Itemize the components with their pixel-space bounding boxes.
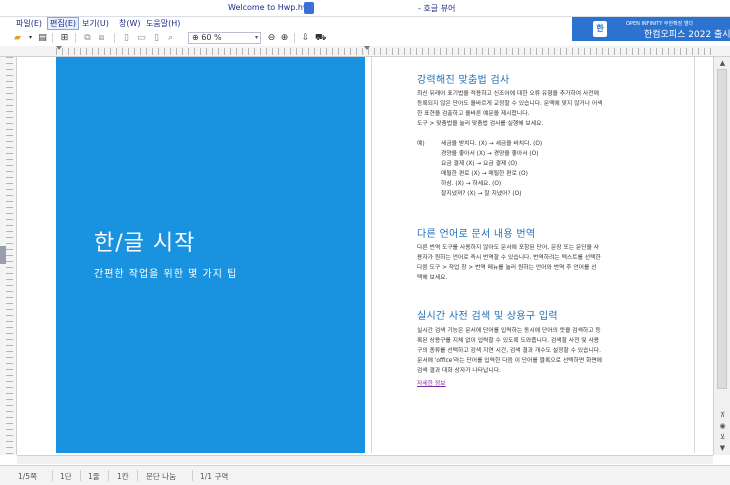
status-separator bbox=[192, 470, 193, 481]
slide-subtitle: 간편한 작업을 위한 몇 가지 팁 bbox=[94, 269, 238, 280]
toolbar-separator bbox=[114, 33, 115, 43]
status-section: 1/1 구역 bbox=[200, 472, 229, 481]
menu-file[interactable]: 파일(E) bbox=[14, 17, 44, 30]
status-separator bbox=[80, 470, 81, 481]
example-label: 예) bbox=[417, 141, 425, 147]
status-page: 1/5쪽 bbox=[18, 472, 37, 481]
page-settings-icon[interactable]: ▯ bbox=[151, 32, 162, 44]
paragraph-line: 문서에 'office'라는 단어를 입력한 다음 이 단어를 블록으로 선택하… bbox=[417, 358, 603, 364]
panel-collapse-handle[interactable] bbox=[0, 246, 6, 264]
vertical-scrollbar[interactable]: ▲ ⊼ ◉ ⊻ ▼ bbox=[713, 57, 730, 455]
section-heading-spellcheck: 강력해진 맞춤법 검사 bbox=[417, 75, 510, 86]
print-icon[interactable]: ▤ bbox=[37, 32, 48, 44]
hwp-file-icon bbox=[304, 2, 314, 14]
example-line: 잘지냈져? (X) → 잘 지냈어? (O) bbox=[441, 191, 522, 197]
menu-bar: 파일(E) 편집(E) 보기(U) 창(W) 도움말(H) bbox=[0, 17, 572, 30]
toolbar-separator bbox=[294, 33, 295, 43]
menu-help[interactable]: 도움말(H) bbox=[144, 17, 182, 30]
example-line: 경양을 좋아서 (X) → 경양을 좋아서 (O) bbox=[441, 151, 539, 157]
more-info-link[interactable]: 자세한 정보 bbox=[417, 378, 446, 387]
print-preview-icon[interactable]: ⊞ bbox=[59, 32, 70, 44]
page-icon[interactable]: ▯ bbox=[121, 32, 132, 44]
status-separator bbox=[52, 470, 53, 481]
example-line: 매될한 편로 (X) → 매될한 편로 (O) bbox=[441, 171, 528, 177]
title-slide-page: 한/글 시작 간편한 작업을 위한 몇 가지 팁 bbox=[56, 57, 365, 453]
scroll-thumb[interactable] bbox=[717, 69, 727, 389]
slide-title: 한/글 시작 bbox=[94, 231, 196, 256]
paragraph-line: 검색 결과 대화 상자가 나타납니다. bbox=[417, 368, 501, 374]
vertical-ruler[interactable] bbox=[0, 57, 17, 455]
cart-icon[interactable]: ⛟ bbox=[315, 32, 326, 44]
status-bar: 1/5쪽 1단 1줄 1칸 문단 나눔 1/1 구역 bbox=[0, 465, 730, 485]
open-folder-icon[interactable]: ▰ bbox=[12, 32, 23, 44]
left-margin-marker[interactable] bbox=[56, 46, 62, 50]
toolbar-separator bbox=[75, 33, 76, 43]
previous-page-icon[interactable]: ⊼ bbox=[718, 411, 727, 420]
menu-view[interactable]: 보기(U) bbox=[80, 17, 111, 30]
next-page-icon[interactable]: ⊻ bbox=[718, 433, 727, 442]
paragraph-line: 한 표현을 검출하고 올바른 예문을 제시합니다. bbox=[417, 111, 530, 117]
zoom-out-icon[interactable]: ⊖ bbox=[266, 32, 277, 44]
menu-window[interactable]: 창(W) bbox=[117, 17, 143, 30]
status-separator bbox=[108, 470, 109, 481]
ad-banner[interactable]: 한 OPEN INFINITY 무한확장 열다 한컴오피스 2022 출시 bbox=[572, 17, 730, 41]
toolbar: ▰ ▾ ▤ ⊞ ⧉ ⧈ ▯ ▭ ▯ ⌕ ⊕ 60 % ▾ ⊖ ⊕ ⇩ ⛟ bbox=[0, 31, 572, 46]
paragraph-line: 도구 > 맞춤법을 눌러 맞춤법 검사를 실행해 보세요. bbox=[417, 121, 544, 127]
ad-headline: 한컴오피스 2022 출시 bbox=[644, 30, 730, 40]
paragraph-line: 록된 상용구를 지체 없이 입력할 수 있도록 도와줍니다. 검색할 사전 및 … bbox=[417, 338, 600, 344]
ruler-scale bbox=[6, 57, 13, 455]
status-paragraph-break: 문단 나눔 bbox=[146, 472, 176, 481]
toolbar-separator bbox=[52, 33, 53, 43]
horizontal-scrollbar[interactable] bbox=[17, 455, 713, 464]
window-title: Welcome to Hwp.hwp bbox=[228, 3, 315, 12]
paragraph-line: 택해 보세요. bbox=[417, 275, 448, 281]
paragraph-line: 최신 뒤래어 표기법을 적용하고 신조어에 대한 오류 유형을 추가하여 사전에 bbox=[417, 91, 599, 97]
status-column: 1단 bbox=[60, 472, 72, 481]
find-icon[interactable]: ⌕ bbox=[165, 32, 176, 44]
example-line: 하삼. (X) → 하세요. (O) bbox=[441, 181, 502, 187]
content-page: 강력해진 맞춤법 검사 최신 뒤래어 표기법을 적용하고 신조어에 대한 오류 … bbox=[371, 57, 695, 453]
status-line: 1줄 bbox=[88, 472, 100, 481]
status-char: 1칸 bbox=[117, 472, 129, 481]
document-workspace[interactable]: 한/글 시작 간편한 작업을 위한 몇 가지 팁 강력해진 맞춤법 검사 최신 … bbox=[17, 57, 713, 455]
hancom-logo-icon: 한 bbox=[593, 21, 607, 37]
zoom-in-icon[interactable]: ⊕ bbox=[279, 32, 290, 44]
viewer-title: - 호글 뷰어 bbox=[418, 4, 456, 13]
right-margin-marker[interactable] bbox=[364, 46, 370, 50]
paragraph-line: 다음 도구 > 작업 창 > 번역 메뉴를 눌러 원하는 언어와 번역 후 언어… bbox=[417, 265, 597, 271]
example-line: 요금 결제 (X) → 요금 결제 (O) bbox=[441, 161, 518, 167]
menu-edit[interactable]: 편집(E) bbox=[47, 17, 80, 30]
zoom-icon: ⊕ bbox=[192, 33, 202, 42]
paragraph-line: 용자가 원하는 언어로 즉시 번역할 수 있습니다. 번역하려는 텍스트를 선택… bbox=[417, 255, 601, 261]
scroll-up-icon[interactable]: ▲ bbox=[718, 59, 727, 68]
page-layout-icon[interactable]: ▭ bbox=[136, 32, 147, 44]
paragraph-line: 실시간 검색 기능은 문서에 단어를 입력하는 동시에 단어의 뜻을 검색하고 … bbox=[417, 328, 601, 334]
page-select-icon[interactable]: ◉ bbox=[718, 422, 727, 431]
section-heading-translate: 다른 언어로 문서 내용 번역 bbox=[417, 229, 536, 240]
chevron-down-icon: ▾ bbox=[254, 34, 258, 41]
paragraph-line: 구의 종류를 선택하고 검색 지연 시간, 검색 결과 개수도 설정할 수 있습… bbox=[417, 348, 601, 354]
ad-tagline: OPEN INFINITY 무한확장 열다 bbox=[626, 21, 694, 27]
example-line: 세금을 받치다. (X) → 세금을 바치다. (O) bbox=[441, 141, 543, 147]
zoom-select[interactable]: ⊕ 60 % ▾ bbox=[188, 32, 261, 44]
download-icon[interactable]: ⇩ bbox=[300, 32, 311, 44]
status-separator bbox=[137, 470, 138, 481]
zoom-value: 60 % bbox=[201, 33, 222, 42]
paragraph-line: 다른 번역 도구를 사용하지 않아도 문서에 포함된 단어, 문장 또는 문단을… bbox=[417, 245, 600, 251]
copy-icon[interactable]: ⧉ bbox=[82, 32, 93, 44]
dropdown-arrow-icon[interactable]: ▾ bbox=[25, 32, 36, 44]
scroll-down-icon[interactable]: ▼ bbox=[718, 444, 727, 453]
paste-icon[interactable]: ⧈ bbox=[96, 32, 107, 44]
title-bar: Welcome to Hwp.hwp - 호글 뷰어 bbox=[0, 0, 730, 17]
section-heading-dictionary: 실시간 사전 검색 및 상용구 입력 bbox=[417, 311, 558, 322]
paragraph-line: 등록되지 않은 단어도 올바르게 교정할 수 있습니다. 문맥에 맞지 않거나 … bbox=[417, 101, 603, 107]
ruler-scale bbox=[56, 48, 716, 55]
horizontal-ruler[interactable] bbox=[0, 46, 730, 57]
